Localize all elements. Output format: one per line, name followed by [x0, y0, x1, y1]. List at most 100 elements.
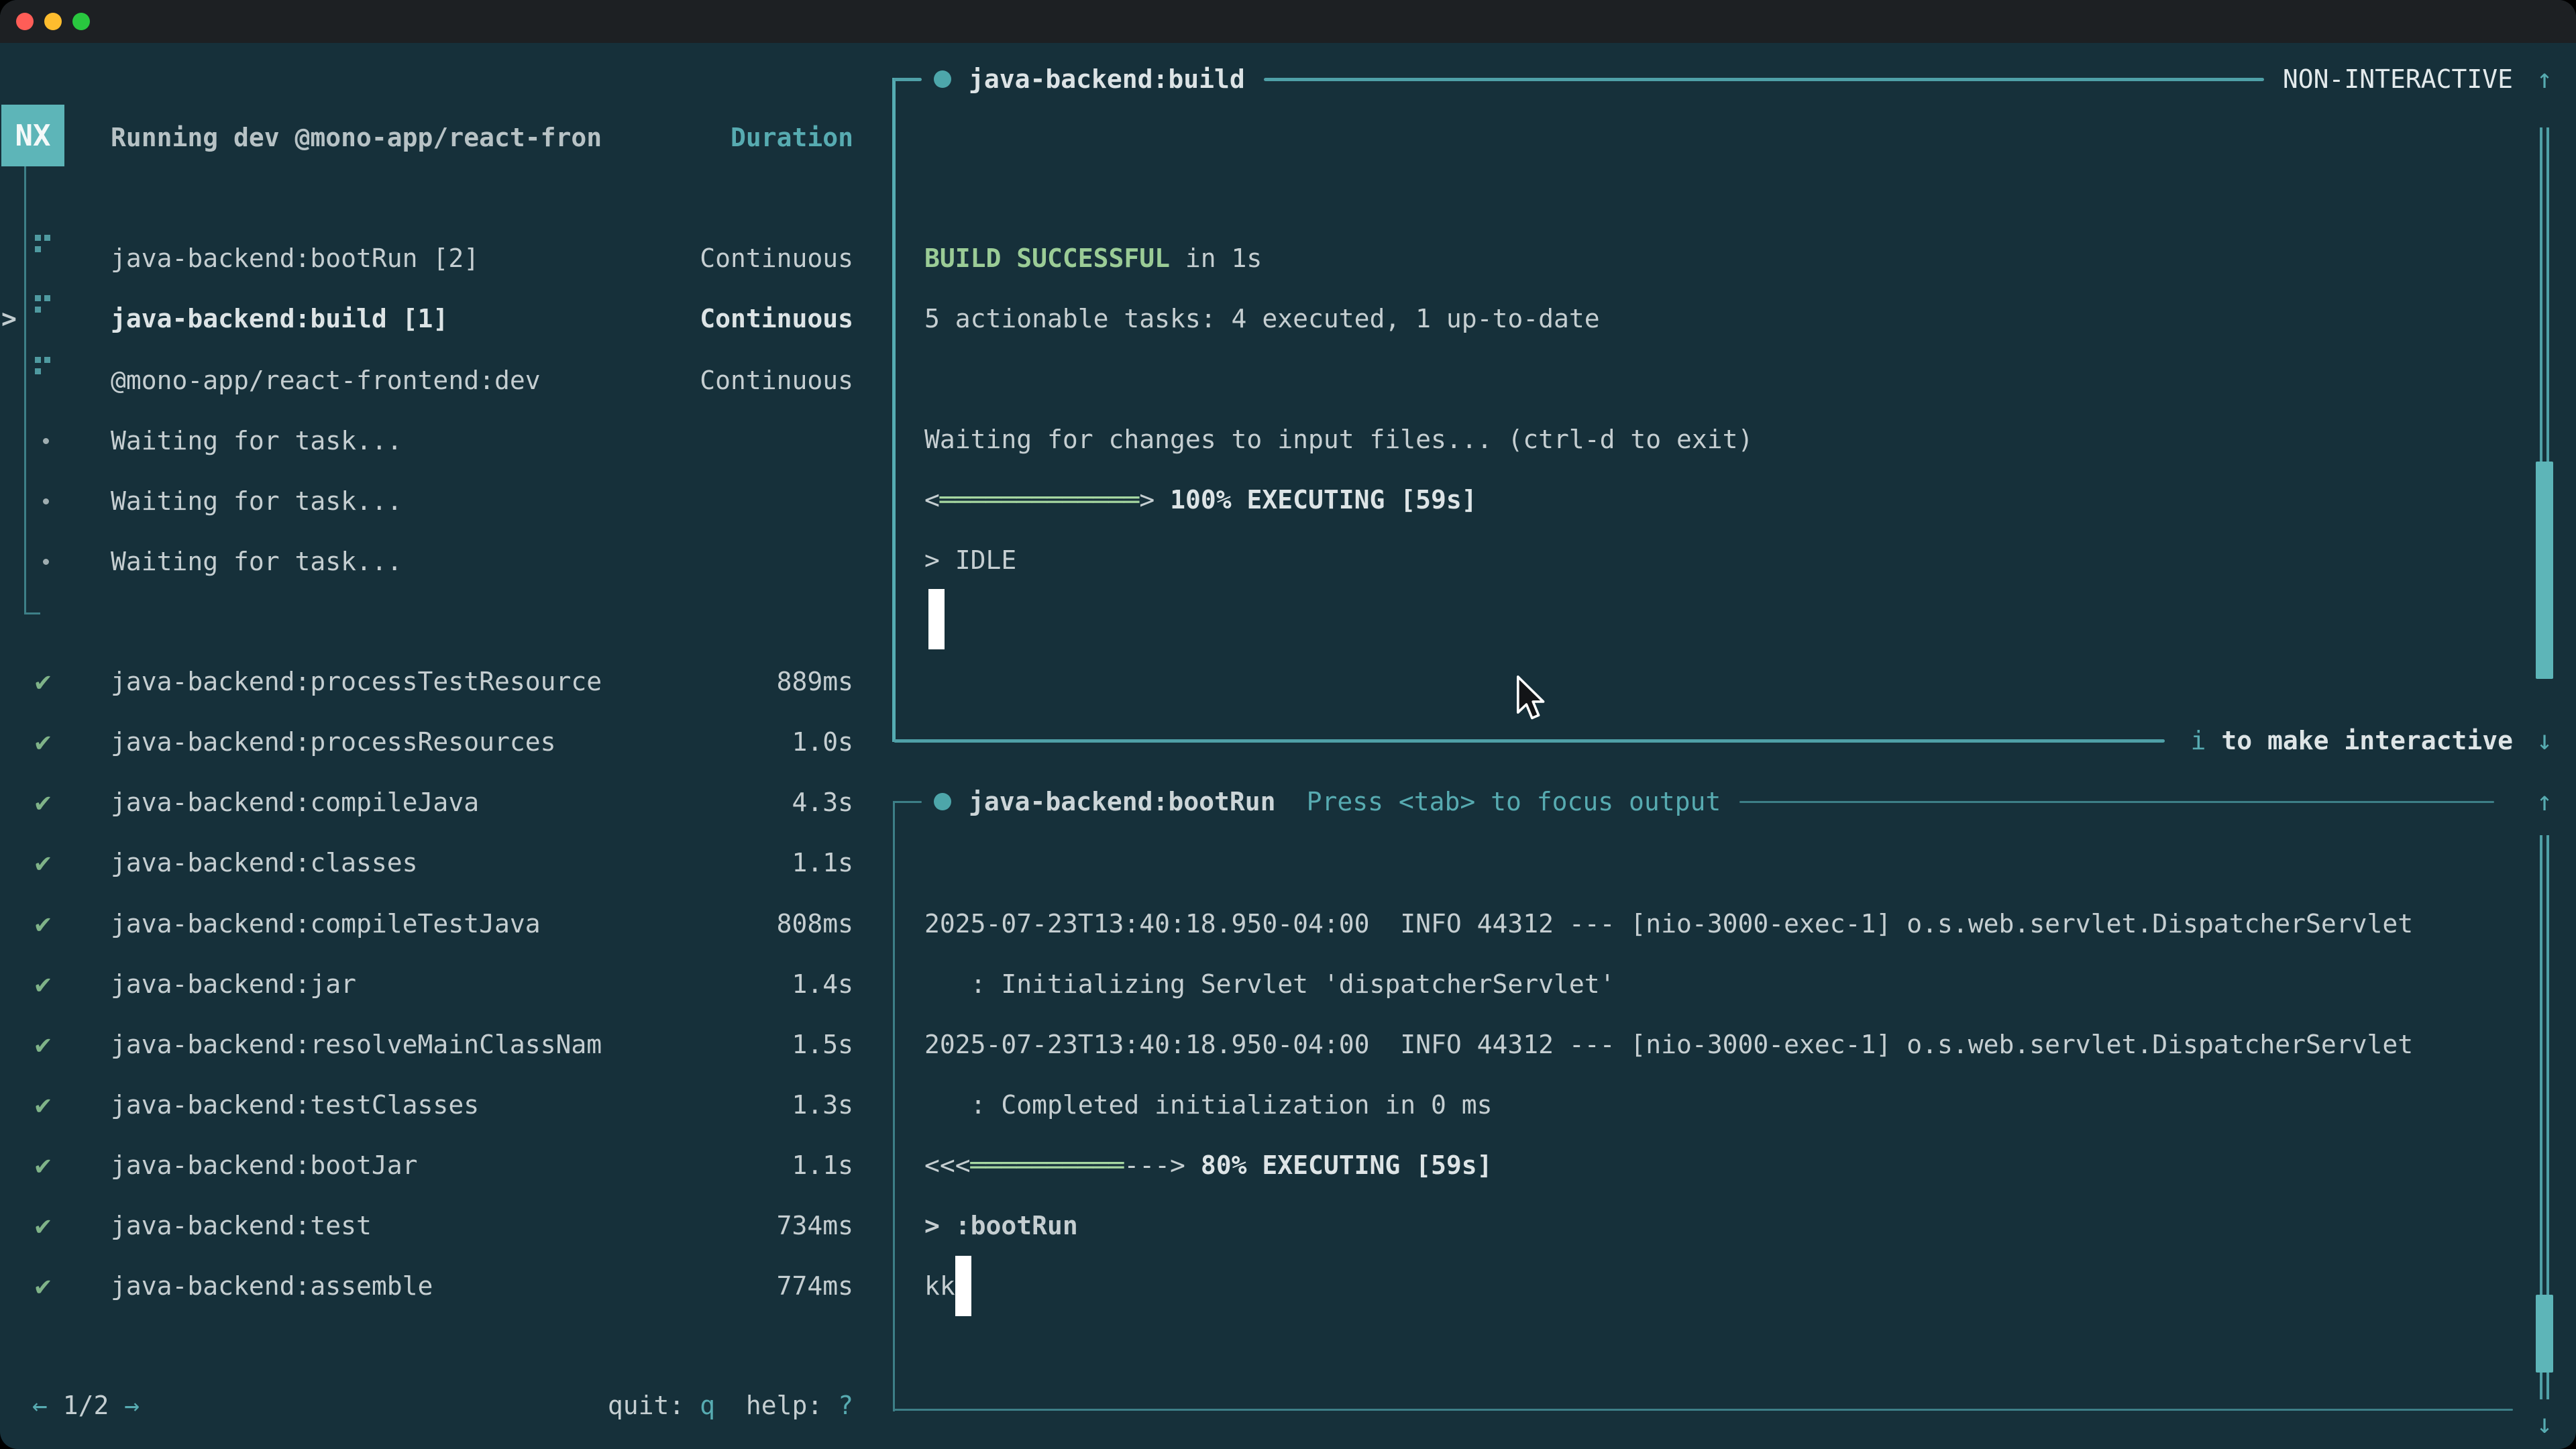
task-row-completed[interactable]: ✔ java-backend:processResources 1.0s [0, 712, 892, 772]
input-line[interactable]: kk [924, 1256, 955, 1316]
bootrun-panel-header[interactable]: java-backend:bootRun Press <tab> to focu… [894, 771, 2560, 832]
waiting-dot-icon [43, 438, 49, 444]
task-row-frontend-dev[interactable]: @mono-app/react-frontend:dev Continuous [0, 350, 892, 411]
task-duration: 1.5s [792, 1014, 853, 1075]
waiting-dot-icon [43, 559, 49, 565]
mouse-cursor-icon [1515, 675, 1546, 722]
task-row-bootrun[interactable]: java-backend:bootRun [2] Continuous [0, 228, 892, 288]
scroll-down-arrow-icon[interactable]: ↓ [2529, 1394, 2560, 1449]
page-next-arrow-icon[interactable]: → [124, 1391, 140, 1420]
bootrun-panel-title: java-backend:bootRun [969, 787, 1276, 816]
header-line [1739, 801, 2494, 803]
task-row-waiting[interactable]: Waiting for task... [0, 531, 892, 592]
keyboard-hints: quit: q help: ? [608, 1375, 853, 1436]
task-name: java-backend:resolveMainClassNam [111, 1014, 602, 1075]
check-icon: ✔ [35, 651, 75, 712]
task-duration: 734ms [777, 1195, 853, 1256]
interactive-key[interactable]: i [2191, 726, 2206, 755]
spinner-icon [35, 295, 52, 315]
mode-label: NON-INTERACTIVE [2283, 64, 2513, 94]
check-icon: ✔ [35, 954, 75, 1014]
progress-label: 100% EXECUTING [59s] [1155, 485, 1477, 515]
scroll-up-arrow-icon[interactable]: ↑ [2529, 786, 2560, 817]
scrollbar-track [2540, 835, 2549, 1295]
task-name: java-backend:testClasses [111, 1075, 479, 1135]
hint-gap [715, 1391, 746, 1420]
task-name: java-backend:processTestResource [111, 651, 602, 712]
help-key[interactable]: ? [838, 1391, 853, 1420]
titlebar [0, 0, 2576, 43]
progress-open: < [924, 485, 940, 515]
quit-key[interactable]: q [700, 1391, 715, 1420]
task-row-completed[interactable]: ✔ java-backend:resolveMainClassNam 1.5s [0, 1014, 892, 1075]
task-duration: 1.1s [792, 833, 853, 893]
spinner-icon [35, 357, 52, 377]
task-duration: 774ms [777, 1256, 853, 1316]
task-row-completed[interactable]: ✔ java-backend:jar 1.4s [0, 954, 892, 1014]
waiting-line: Waiting for changes to input files... (c… [924, 409, 1753, 470]
build-success-line: BUILD SUCCESSFUL in 1s [924, 228, 1262, 288]
task-name: Waiting for task... [111, 531, 402, 592]
task-row-completed[interactable]: ✔ java-backend:classes 1.1s [0, 833, 892, 893]
task-status: Continuous [700, 228, 853, 288]
progress-dashes: ---> [1124, 1150, 1185, 1180]
task-name: @mono-app/react-frontend:dev [111, 350, 541, 411]
task-row-completed[interactable]: ✔ java-backend:compileTestJava 808ms [0, 894, 892, 954]
task-row-completed[interactable]: ✔ java-backend:test 734ms [0, 1195, 892, 1256]
check-icon: ✔ [35, 1256, 75, 1316]
scroll-down-arrow-icon[interactable]: ↓ [2529, 725, 2560, 756]
help-label: help: [746, 1391, 838, 1420]
waiting-dot-icon [43, 498, 49, 504]
minimize-button[interactable] [44, 13, 62, 30]
build-panel-header[interactable]: java-backend:build NON-INTERACTIVE ↑ [894, 49, 2560, 109]
task-status-bullet-icon [934, 70, 951, 88]
task-name: java-backend:assemble [111, 1256, 433, 1316]
task-row-build-selected[interactable]: > java-backend:build [1] Continuous [0, 288, 892, 349]
bootrun-panel-left-border [893, 801, 895, 1411]
gradle-progress-line: <<<══════════---> 80% EXECUTING [59s] [924, 1135, 1493, 1195]
build-status: BUILD SUCCESSFUL [924, 244, 1170, 273]
scrollbar-thumb[interactable] [2536, 1295, 2553, 1373]
interactive-hint-text: to make interactive [2206, 726, 2513, 755]
task-duration: 4.3s [792, 772, 853, 833]
task-row-waiting[interactable]: Waiting for task... [0, 471, 892, 531]
header-line [1264, 78, 2264, 81]
task-row-completed[interactable]: ✔ java-backend:testClasses 1.3s [0, 1075, 892, 1135]
pagination: ← 1/2 → [32, 1375, 140, 1436]
task-status-bullet-icon [934, 793, 951, 810]
log-line: : Initializing Servlet 'dispatcherServle… [924, 954, 1615, 1014]
task-row-waiting[interactable]: Waiting for task... [0, 411, 892, 471]
task-row-completed[interactable]: ✔ java-backend:processTestResource 889ms [0, 651, 892, 712]
check-icon: ✔ [35, 894, 75, 954]
terminal-window: NX Running dev @mono-app/react-fron Dura… [0, 0, 2576, 1449]
task-row-completed[interactable]: ✔ java-backend:bootJar 1.1s [0, 1135, 892, 1195]
build-panel-left-border [892, 78, 896, 742]
page-indicator: 1/2 [48, 1391, 124, 1420]
selected-row-arrow-icon: > [1, 288, 28, 349]
log-line: : Completed initialization in 0 ms [924, 1075, 1492, 1135]
header-line [894, 78, 922, 81]
task-row-completed[interactable]: ✔ java-backend:compileJava 4.3s [0, 772, 892, 833]
zoom-button[interactable] [72, 13, 90, 30]
task-name: Waiting for task... [111, 471, 402, 531]
scroll-up-arrow-icon[interactable]: ↑ [2529, 64, 2560, 95]
scrollbar-thumb[interactable] [2536, 462, 2553, 679]
bootrun-panel-bottom-border [894, 1409, 2513, 1411]
task-name: java-backend:compileTestJava [111, 894, 541, 954]
task-duration: 1.3s [792, 1075, 853, 1135]
progress-close: > [1139, 485, 1155, 515]
spinner-icon [35, 235, 52, 255]
check-icon: ✔ [35, 712, 75, 772]
task-row-completed[interactable]: ✔ java-backend:assemble 774ms [0, 1256, 892, 1316]
task-name: java-backend:processResources [111, 712, 555, 772]
sidebar-footer: ← 1/2 → quit: q help: ? [0, 1375, 892, 1436]
quit-label: quit: [608, 1391, 700, 1420]
log-line: 2025-07-23T13:40:18.950-04:00 INFO 44312… [924, 1014, 2413, 1075]
progress-bar-fill: ══════════ [971, 1150, 1124, 1180]
task-status: Continuous [700, 350, 853, 411]
close-button[interactable] [16, 13, 34, 30]
page-prev-arrow-icon[interactable]: ← [32, 1391, 48, 1420]
check-icon: ✔ [35, 1195, 75, 1256]
task-duration: 1.1s [792, 1135, 853, 1195]
task-duration: 1.4s [792, 954, 853, 1014]
